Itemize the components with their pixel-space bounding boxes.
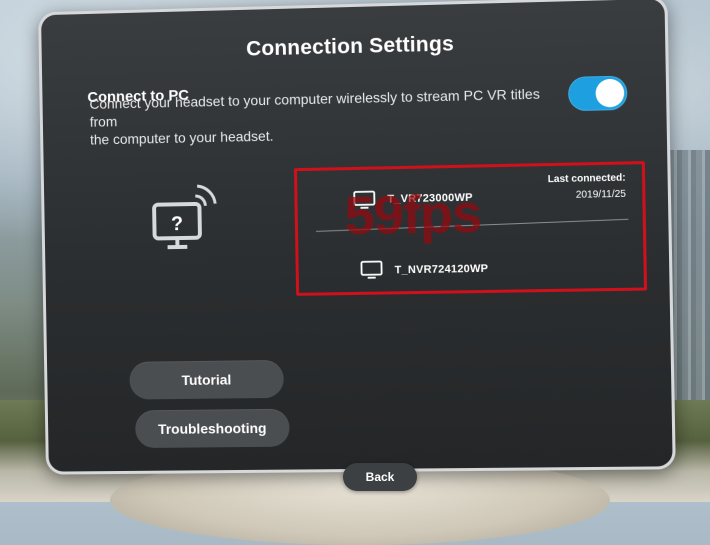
device-row-1[interactable]: T_VR723000WP Last connected: 2019/11/25 [297,164,643,227]
back-button[interactable]: Back [343,463,417,491]
question-glyph: ? [171,213,183,235]
device-name: T_NVR724120WP [395,263,489,277]
monitor-icon [353,191,375,209]
monitor-icon [360,261,382,279]
tutorial-button[interactable]: Tutorial [129,360,284,400]
connect-to-pc-description: Connect your headset to your computer wi… [89,84,553,148]
last-connected-label: Last connected: [548,173,626,186]
device-name: T_VR723000WP [387,192,473,206]
device-row-2[interactable]: T_NVR724120WP [298,229,644,291]
toggle-knob [595,79,624,108]
connect-to-pc-toggle[interactable] [568,76,628,112]
connection-settings-panel: Connection Settings Connect to PC Connec… [38,0,676,475]
page-title: Connection Settings [42,27,666,67]
device-list: T_VR723000WP Last connected: 2019/11/25 … [294,161,647,296]
last-connected-date: 2019/11/25 [576,189,626,201]
pc-wireless-question-icon: ? [146,178,226,259]
troubleshooting-button[interactable]: Troubleshooting [135,409,290,448]
